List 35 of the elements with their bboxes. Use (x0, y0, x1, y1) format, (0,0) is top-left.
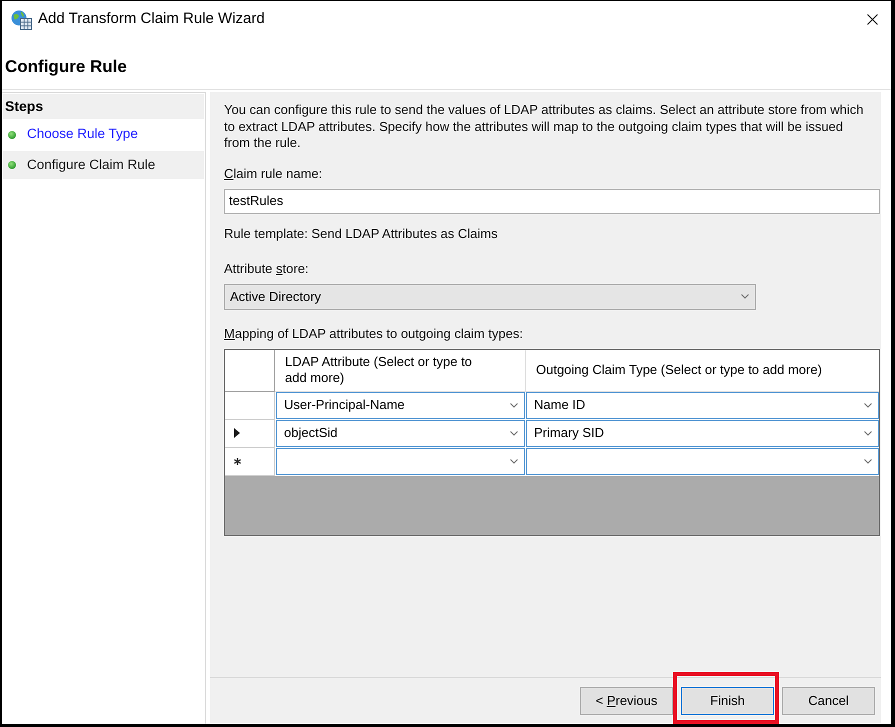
asterisk-icon (234, 458, 241, 464)
description-text: You can configure this rule to send the values of LDAP attributes as claims. Select an attribute store from which to extract LDAP attributes. Specify how the attributes will map to the outgoing claim types that will be issued from the rule. (224, 102, 865, 152)
row-header[interactable] (225, 420, 275, 448)
status-dot-icon (8, 130, 16, 138)
status-dot-icon (8, 161, 16, 169)
attribute-store-dropdown[interactable]: Active Directory (224, 284, 756, 310)
window-title: Add Transform Claim Rule Wizard (38, 9, 265, 30)
column-header[interactable]: Outgoing Claim Type (Select or type to add more) (526, 350, 879, 392)
chevron-down-icon (741, 294, 749, 299)
claim-rule-name-field[interactable]: testRules (224, 188, 880, 214)
page-title: Configure Rule (5, 57, 127, 77)
globe-grid-icon (11, 10, 32, 30)
claim-rule-name-label: Claim rule name: (224, 166, 322, 182)
claim-type-combo[interactable] (526, 448, 879, 474)
close-icon (866, 14, 878, 25)
step-item[interactable]: Configure Claim Rule (3, 151, 204, 179)
attribute-combo[interactable]: objectSid (276, 420, 525, 446)
rule-template-text: Rule template: Send LDAP Attributes as Claims (224, 226, 498, 242)
chevron-down-icon (864, 430, 872, 436)
mapping-label: Mapping of LDAP attributes to outgoing claim types: (224, 326, 523, 342)
column-header[interactable]: LDAP Attribute (Select or type to add more) (275, 350, 526, 392)
chevron-down-icon (510, 458, 518, 464)
wizard-button[interactable]: Finish (681, 687, 774, 715)
wizard-button[interactable]: Cancel (782, 687, 875, 715)
steps-heading: Steps (3, 94, 204, 119)
wizard-button[interactable]: < Previous (580, 687, 673, 715)
chevron-down-icon (864, 458, 872, 464)
attribute-store-label: Attribute store: (224, 260, 309, 276)
chevron-down-icon (864, 402, 872, 408)
attribute-combo[interactable]: User-Principal-Name (276, 392, 525, 418)
chevron-down-icon (510, 430, 518, 436)
claim-type-combo[interactable]: Primary SID (526, 420, 879, 446)
chevron-down-icon (510, 402, 518, 408)
current-row-icon (234, 428, 240, 438)
claim-type-combo[interactable]: Name ID (526, 392, 879, 418)
